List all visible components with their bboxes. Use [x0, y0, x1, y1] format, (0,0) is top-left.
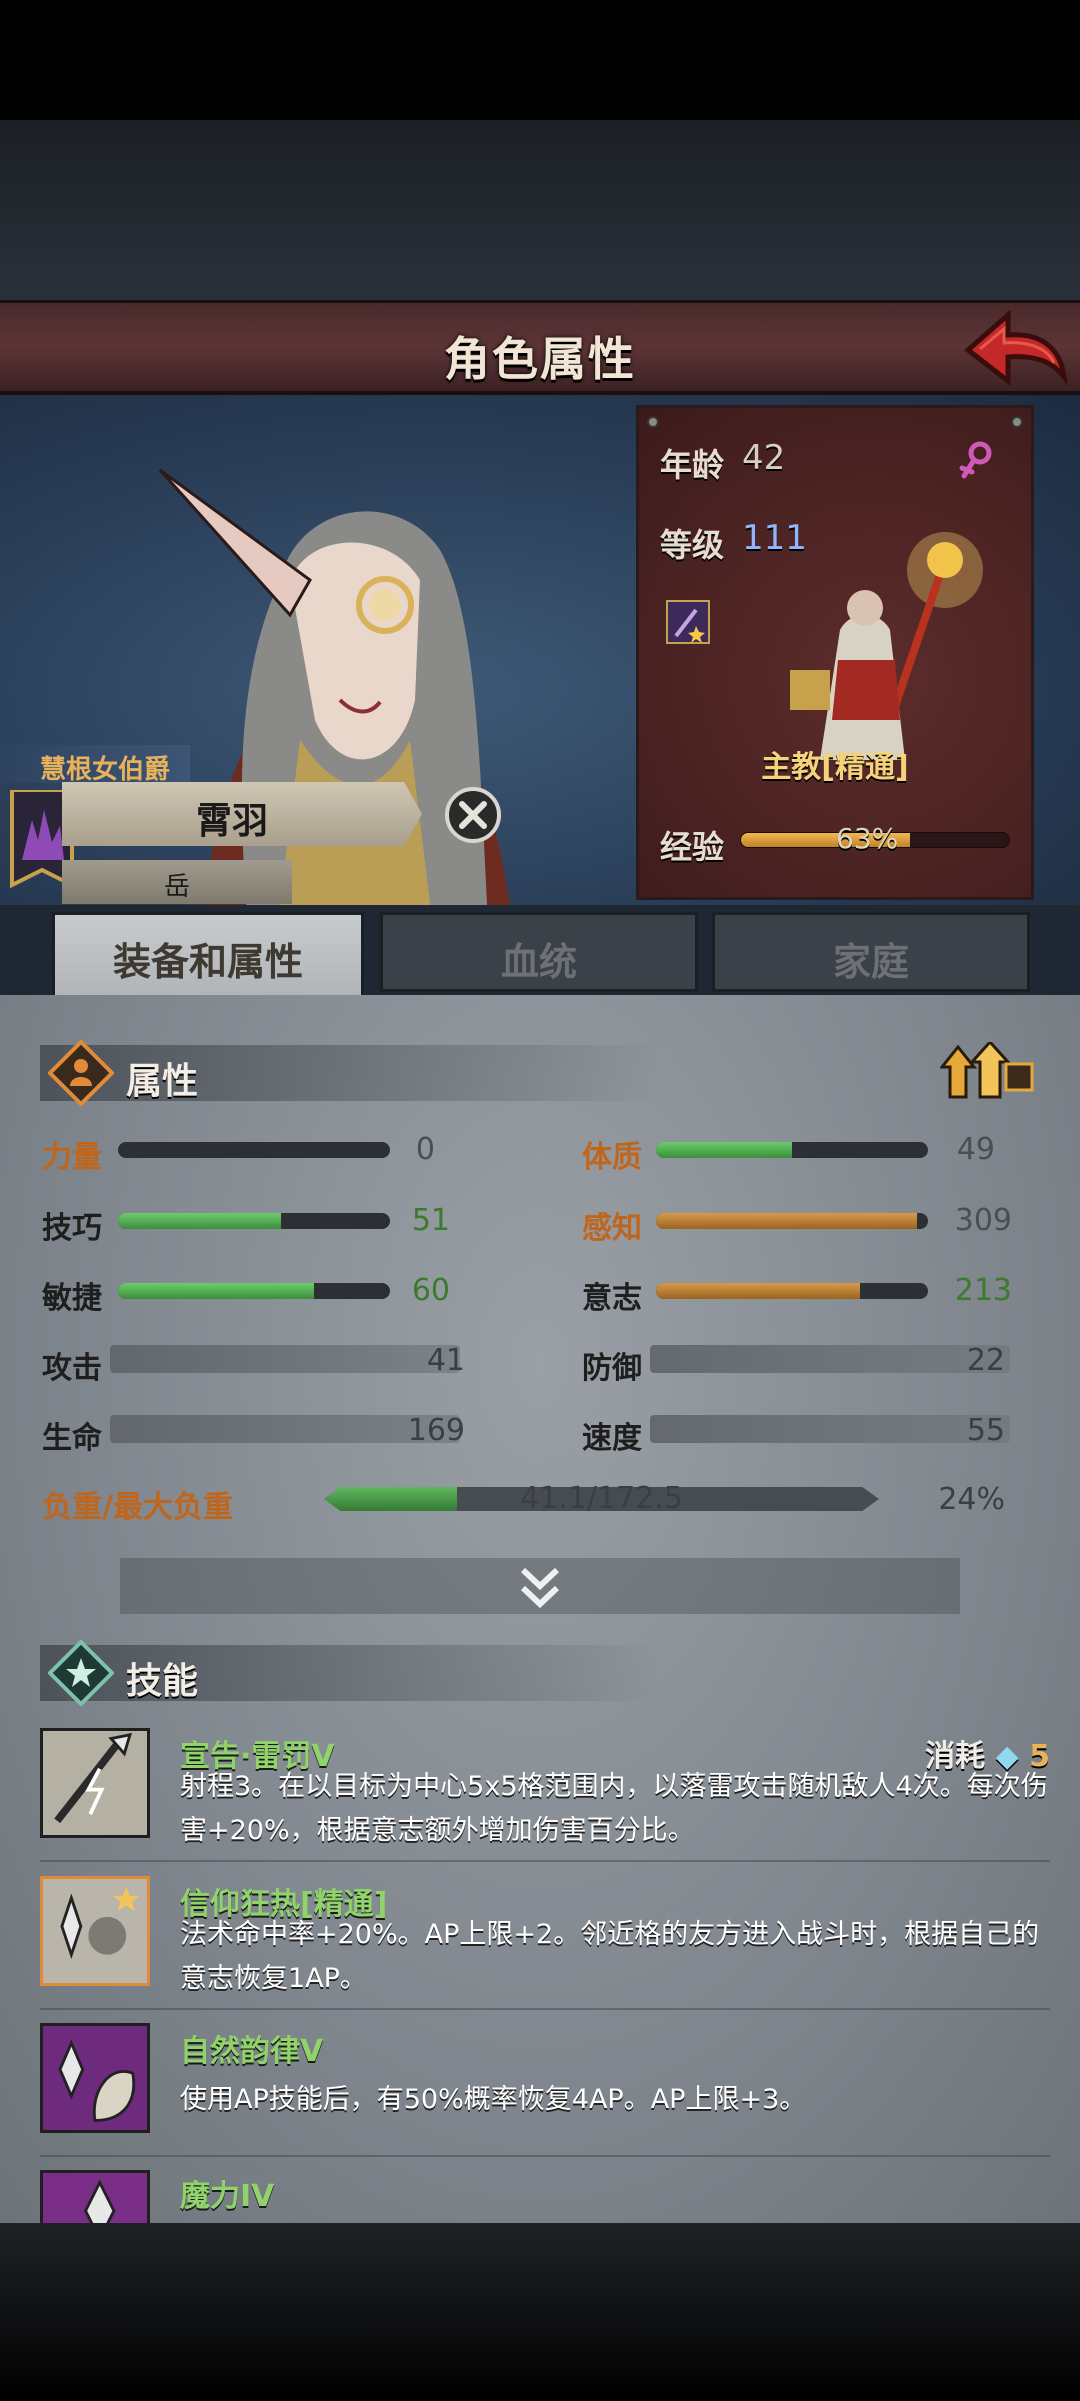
life-value: 169 — [407, 1413, 465, 1448]
skill-star-icon — [48, 1640, 114, 1706]
will-label: 意志 — [582, 1281, 642, 1316]
class-figure-image — [790, 532, 983, 760]
level-up-icon[interactable] — [940, 1042, 1035, 1102]
exp-label: 经验 — [660, 828, 725, 866]
exp-percent: 63% — [836, 822, 899, 855]
double-chevron-down-icon[interactable] — [515, 1562, 565, 1612]
defense-label: 防御 — [582, 1351, 642, 1386]
speed-value: 55 — [966, 1413, 1005, 1448]
skill-row[interactable]: 宣告·雷罚V 消耗 ◆ 5 射程3。在以目标为中心5x5格范围内，以落雷攻击随机… — [40, 1725, 1050, 1862]
life-label: 生命 — [42, 1421, 102, 1456]
speed-label: 速度 — [582, 1421, 642, 1456]
skill-stat-bar — [118, 1213, 390, 1229]
attributes-title: 属性 — [126, 1061, 199, 1102]
constitution-label: 体质 — [582, 1140, 642, 1175]
perception-bar — [656, 1213, 928, 1229]
level-label: 等级 — [660, 526, 725, 564]
attribute-diamond-icon — [48, 1040, 114, 1106]
agility-fill — [118, 1283, 314, 1299]
age-value: 42 — [742, 438, 786, 478]
perception-fill — [656, 1213, 918, 1229]
skill-stat-fill — [118, 1213, 282, 1229]
load-label: 负重/最大负重 — [42, 1490, 233, 1525]
skill-description: 射程3。在以目标为中心5x5格范围内，以落雷攻击随机敌人4次。每次伤害+20%，… — [180, 1771, 1048, 1846]
attack-label: 攻击 — [42, 1351, 102, 1386]
agility-label: 敏捷 — [42, 1281, 102, 1316]
load-value: 41.1/172.5 — [520, 1481, 683, 1516]
tab-family[interactable]: 家庭 — [712, 912, 1030, 992]
class-name: 主教[精通] — [761, 750, 909, 785]
skill-stat-label: 技巧 — [42, 1211, 102, 1246]
thunder-spear-icon — [40, 1728, 150, 1838]
load-percent: 24% — [938, 1482, 1005, 1517]
female-icon — [959, 441, 992, 479]
skill-description: 法术命中率+20%。AP上限+2。邻近格的友方进入战斗时，根据自己的意志恢复1A… — [180, 1919, 1040, 1994]
skills-title: 技能 — [126, 1661, 199, 1702]
skill-name: 自然韵律V — [180, 2034, 324, 2069]
skill-row[interactable]: 信仰狂热[精通] 法术命中率+20%。AP上限+2。邻近格的友方进入战斗时，根据… — [40, 1873, 1050, 2010]
title-bar: 角色属性 — [0, 300, 1080, 395]
family-plate: 岳 — [62, 860, 292, 904]
tab-bloodline[interactable]: 血统 — [380, 912, 698, 992]
skill-row[interactable]: 自然韵律V 使用AP技能后，有50%概率恢复4AP。AP上限+3。 — [40, 2020, 1050, 2157]
name-plate[interactable]: 霄羽 — [62, 782, 422, 846]
constitution-value: 49 — [956, 1132, 995, 1167]
age-label: 年龄 — [660, 446, 725, 484]
constitution-bar — [656, 1142, 928, 1158]
nature-rhythm-icon — [40, 2023, 150, 2133]
rivet — [647, 416, 659, 428]
magic-power-icon — [40, 2170, 150, 2223]
noble-title: 慧根女伯爵 — [40, 755, 171, 785]
will-value: 213 — [954, 1273, 1012, 1308]
attack-value: 41 — [426, 1343, 465, 1378]
background-upper — [0, 120, 1080, 300]
rivet — [1011, 416, 1023, 428]
close-icon[interactable] — [444, 786, 502, 844]
will-bar — [656, 1283, 928, 1299]
bottom-area — [0, 2223, 1080, 2401]
noble-title-ribbon: 慧根女伯爵 — [0, 745, 190, 785]
page-title: 角色属性 — [444, 332, 636, 386]
strength-bar — [118, 1142, 390, 1158]
will-fill — [656, 1283, 860, 1299]
strength-value: 0 — [415, 1132, 435, 1167]
skill-name: 魔力IV — [180, 2179, 275, 2214]
constitution-fill — [656, 1142, 792, 1158]
back-arrow-icon[interactable] — [960, 305, 1070, 390]
family-name: 岳 — [163, 872, 190, 902]
faith-crystal-icon — [40, 1876, 150, 1986]
strength-label: 力量 — [42, 1140, 102, 1175]
defense-value: 22 — [966, 1343, 1005, 1378]
staff-weapon-icon[interactable] — [666, 600, 710, 644]
tab-equipment[interactable]: 装备和属性 — [52, 912, 364, 1007]
agility-value: 60 — [411, 1273, 450, 1308]
agility-bar — [118, 1283, 390, 1299]
perception-value: 309 — [954, 1203, 1012, 1238]
skill-row[interactable]: 魔力IV — [40, 2167, 1050, 2223]
perception-label: 感知 — [582, 1211, 642, 1246]
skill-description: 使用AP技能后，有50%概率恢复4AP。AP上限+3。 — [180, 2084, 807, 2115]
status-bar-area — [0, 0, 1080, 120]
skill-stat-value: 51 — [411, 1203, 450, 1238]
character-name: 霄羽 — [195, 801, 268, 842]
